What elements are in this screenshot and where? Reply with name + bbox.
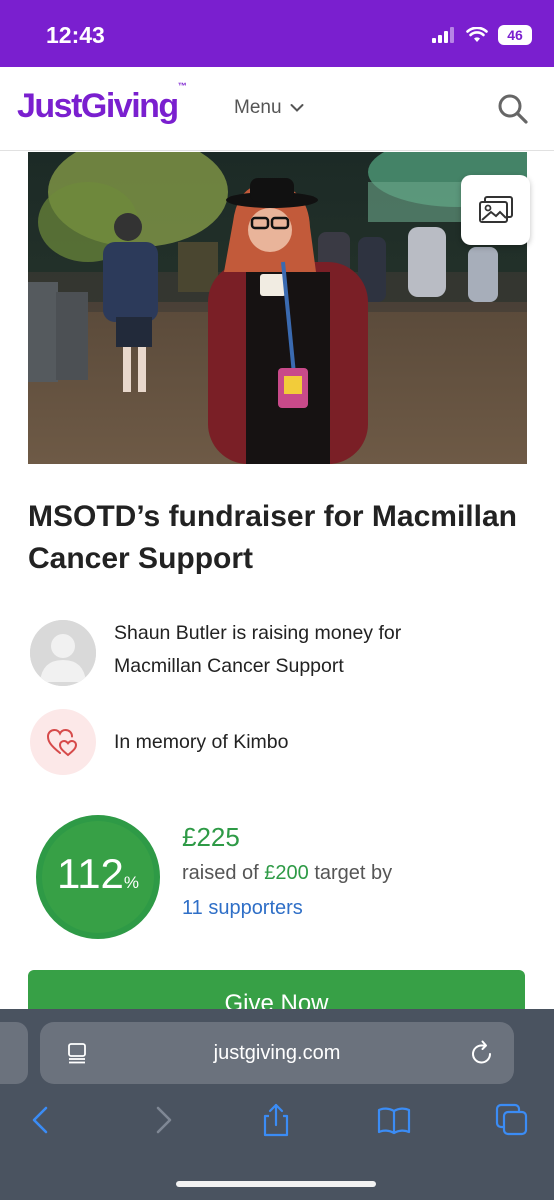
- amount-raised: £225: [182, 822, 240, 852]
- fundraiser-title: MSOTD’s fundraiser for Macmillan Cancer …: [28, 500, 517, 575]
- previous-tab-peek[interactable]: [0, 1022, 28, 1084]
- address-bar[interactable]: justgiving.com: [40, 1022, 514, 1084]
- avatar-icon: [30, 620, 96, 686]
- progress-percent: 112%: [33, 850, 163, 898]
- home-indicator[interactable]: [176, 1181, 376, 1187]
- tabs-icon[interactable]: [494, 1102, 530, 1138]
- target-line: raised of £200 target by: [182, 862, 392, 885]
- supporters-link[interactable]: 11 supporters: [182, 897, 303, 920]
- in-memory-text: In memory of Kimbo: [114, 731, 289, 753]
- gallery-button[interactable]: [461, 175, 530, 245]
- status-time: 12:43: [46, 22, 105, 48]
- battery-icon: 46: [498, 25, 532, 45]
- back-icon[interactable]: [24, 1102, 60, 1138]
- menu-button[interactable]: Menu: [234, 97, 304, 119]
- status-bar: 12:43 46: [0, 0, 554, 67]
- share-icon[interactable]: [258, 1102, 294, 1138]
- avatar[interactable]: [30, 620, 96, 686]
- forward-icon[interactable]: [144, 1102, 180, 1138]
- url-text: justgiving.com: [213, 1042, 341, 1064]
- menu-label: Menu: [234, 97, 282, 118]
- site-header: JustGiving™ Menu: [0, 67, 554, 151]
- in-memory-badge: [30, 709, 96, 775]
- chevron-down-icon: [290, 104, 304, 112]
- wifi-icon: [466, 27, 488, 42]
- heart-icon: [46, 728, 78, 757]
- target-amount: £200: [264, 862, 309, 884]
- justgiving-logo[interactable]: JustGiving™: [17, 81, 187, 126]
- raised-suffix: target by: [314, 862, 393, 884]
- cover-photo-scene: [28, 152, 527, 464]
- bookmarks-icon[interactable]: [376, 1102, 412, 1138]
- reload-icon[interactable]: [470, 1040, 494, 1066]
- status-icons: 46: [432, 24, 532, 46]
- signal-icon: [432, 27, 454, 43]
- logo-tm: ™: [177, 80, 187, 91]
- raised-prefix: raised of: [182, 862, 259, 884]
- logo-text: JustGiving: [17, 87, 179, 125]
- fundraiser-cover-photo[interactable]: [28, 152, 527, 464]
- gallery-icon: [478, 196, 513, 223]
- search-icon[interactable]: [496, 92, 530, 126]
- percent-symbol: %: [123, 873, 140, 892]
- organiser-text: Shaun Butler is raising money for Macmil…: [114, 622, 402, 677]
- percent-value: 112: [56, 850, 124, 897]
